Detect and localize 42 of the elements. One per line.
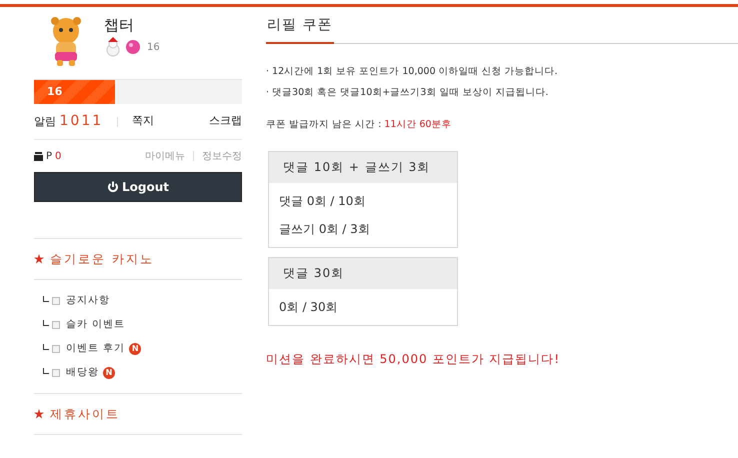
new-badge: N [103, 366, 115, 378]
document-icon [52, 296, 60, 304]
level-number: 16 [147, 40, 160, 54]
gift-icon [34, 152, 43, 160]
scrap-link[interactable]: 스크랩 [209, 113, 242, 130]
message-link[interactable]: 쪽지 [132, 113, 154, 130]
alarm-link[interactable]: 알림 1011 [34, 111, 104, 132]
logout-button[interactable]: Logout [34, 172, 242, 202]
board-link[interactable]: 슬카 이벤트 [66, 317, 126, 332]
power-icon [106, 181, 119, 193]
timer-label: 쿠폰 발급까지 남은 시간 : [266, 118, 382, 132]
user-name: 챕터 [104, 15, 135, 35]
document-icon [52, 320, 60, 328]
tree-branch-icon [43, 320, 49, 326]
mission-count-text: 0회 / 30회 [279, 298, 339, 316]
tree-branch-icon [43, 344, 49, 350]
board-link[interactable]: 이벤트 후기 [66, 341, 126, 356]
board-link[interactable]: 공지사항 [66, 293, 110, 308]
ball-icon [125, 39, 141, 55]
notice-text: · 12시간에 1회 보유 포인트가 10,000 이하일때 신청 가능합니다. [266, 65, 559, 79]
star-icon [34, 409, 44, 419]
board-link[interactable]: 배당왕 [66, 365, 99, 380]
document-icon [52, 368, 60, 376]
level-bar-label: 16 [47, 84, 62, 100]
section-title[interactable]: 제휴사이트 [50, 405, 120, 423]
mission-count-text: 글쓰기 0회 / 3회 [279, 220, 371, 238]
tree-branch-icon [43, 368, 49, 374]
mission-count-text: 댓글 0회 / 10회 [279, 192, 366, 210]
star-icon [34, 254, 44, 264]
section-title[interactable]: 슬기로운 카지노 [50, 250, 154, 268]
page-title: 리필 쿠폰 [266, 7, 334, 44]
snowman-icon [104, 37, 122, 57]
timer-value: 11시간 60분후 [384, 118, 452, 132]
document-icon [52, 344, 60, 352]
notice-text: · 댓글30회 혹은 댓글10회+글쓰기3회 일때 보상이 지급됩니다. [266, 86, 550, 100]
mission-title: 댓글 10회 + 글쓰기 3회 [269, 152, 457, 183]
mission-title: 댓글 30회 [269, 258, 457, 289]
tree-branch-icon [43, 296, 49, 302]
point-value: 0 [55, 150, 62, 164]
reward-text: 미션을 완료하시면 50,000 포인트가 지급됩니다! [266, 350, 562, 368]
point-label: P [46, 150, 52, 164]
new-badge: N [129, 342, 142, 354]
